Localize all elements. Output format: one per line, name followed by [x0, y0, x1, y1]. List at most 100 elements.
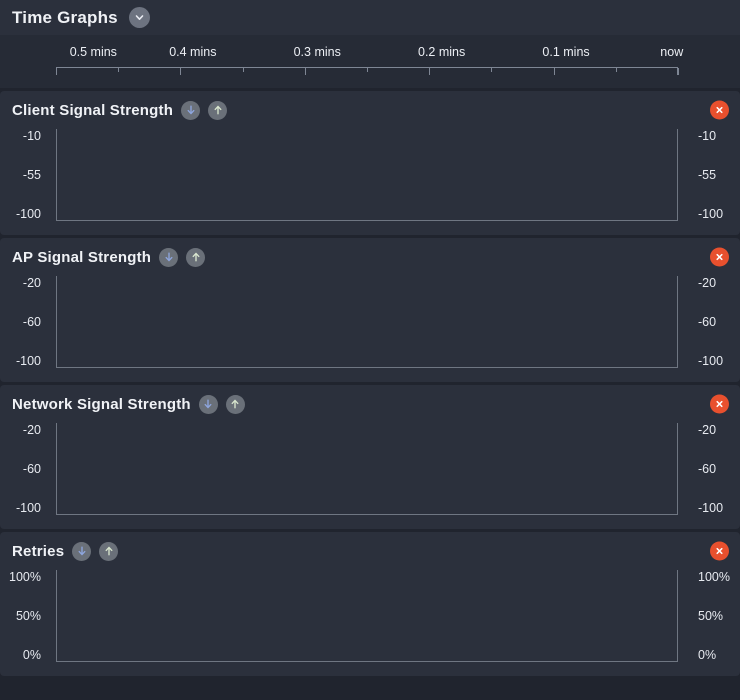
y-axis-tick-label: -100	[16, 207, 41, 221]
y-axis-tick-label: -60	[23, 315, 41, 329]
plot-canvas	[56, 570, 678, 662]
y-axis-labels-left: -10 -55 -100	[0, 129, 48, 221]
panel-title: AP Signal Strength	[12, 249, 151, 266]
y-axis-labels-left: -20 -60 -100	[0, 276, 48, 368]
time-axis-tick	[56, 68, 57, 75]
time-axis-rule	[56, 67, 678, 77]
graph-panel-client-signal-strength: Client Signal Strength-10-55-100-10-55-1…	[0, 91, 740, 235]
arrow-down-icon[interactable]	[199, 395, 218, 414]
plot-right-rule	[677, 276, 678, 367]
close-icon[interactable]	[710, 395, 729, 414]
close-icon[interactable]	[710, 248, 729, 267]
y-axis-tick-label: -55	[23, 168, 41, 182]
panel-title: Client Signal Strength	[12, 102, 173, 119]
y-axis-labels-left: -20 -60 -100	[0, 423, 48, 515]
time-axis-tick-label: 0.5 mins	[70, 45, 117, 59]
y-axis-tick-label: 0%	[23, 648, 41, 662]
y-axis-tick-label: 50%	[698, 609, 723, 623]
y-axis-tick-label: -100	[698, 207, 723, 221]
time-graphs-titlebar: Time Graphs	[0, 0, 740, 35]
time-axis-tick-label: 0.2 mins	[418, 45, 465, 59]
y-axis-tick-label: 0%	[698, 648, 716, 662]
page-title: Time Graphs	[12, 8, 118, 28]
y-axis-labels-right: -10 -55 -100	[690, 129, 738, 221]
y-axis-tick-label: -100	[698, 354, 723, 368]
plot-area: -20 -60 -100 -20 -60 -100	[0, 276, 740, 368]
plot-right-rule	[677, 423, 678, 514]
arrow-up-icon[interactable]	[226, 395, 245, 414]
panel-move-controls	[191, 395, 245, 414]
y-axis-tick-label: -60	[698, 315, 716, 329]
close-icon[interactable]	[710, 542, 729, 561]
graph-panel-retries: Retries 100% 50% 0% 100% 50% 0%	[0, 532, 740, 676]
y-axis-labels-right: 100% 50% 0%	[690, 570, 738, 662]
bar-series	[59, 570, 676, 661]
panel-title: Network Signal Strength	[12, 396, 191, 413]
plot-area: 100% 50% 0% 100% 50% 0%	[0, 570, 740, 662]
time-axis-tick	[616, 68, 617, 72]
close-icon[interactable]	[710, 101, 729, 120]
panel-header: Network Signal Strength	[0, 385, 740, 423]
plot-canvas	[56, 276, 678, 368]
y-axis-tick-label: -10	[23, 129, 41, 143]
time-axis-tick	[554, 68, 555, 75]
bar-series	[59, 423, 676, 514]
graph-panel-ap-signal-strength: AP Signal Strength -20 -60 -100 -20 -60 -100	[0, 238, 740, 382]
graph-panel-list: Client Signal Strength-10-55-100-10-55-1…	[0, 91, 740, 676]
y-axis-labels-right: -20 -60 -100	[690, 276, 738, 368]
y-axis-tick-label: -100	[698, 501, 723, 515]
panel-move-controls	[173, 101, 227, 120]
time-axis-tick	[243, 68, 244, 72]
panel-title: Retries	[12, 543, 64, 560]
y-axis-tick-label: 50%	[16, 609, 41, 623]
time-axis-tick-label: now	[660, 45, 683, 59]
plot-area: -20 -60 -100 -20 -60 -100	[0, 423, 740, 515]
y-axis-tick-label: -20	[23, 423, 41, 437]
y-axis-tick-label: -20	[698, 276, 716, 290]
arrow-down-icon[interactable]	[159, 248, 178, 267]
y-axis-tick-label: -20	[23, 276, 41, 290]
time-axis-tick	[180, 68, 181, 75]
y-axis-labels-left: 100% 50% 0%	[0, 570, 48, 662]
time-axis-tick-label: 0.3 mins	[294, 45, 341, 59]
time-axis-tick	[678, 68, 679, 75]
time-axis: 0.5 mins 0.4 mins 0.3 mins 0.2 mins 0.1 mins…	[0, 35, 740, 88]
time-axis-tick	[491, 68, 492, 72]
arrow-up-icon[interactable]	[186, 248, 205, 267]
plot-right-rule	[677, 129, 678, 220]
time-axis-tick-label: 0.1 mins	[542, 45, 589, 59]
y-axis-tick-label: 100%	[698, 570, 730, 584]
panel-header: Retries	[0, 532, 740, 570]
plot-canvas	[56, 423, 678, 515]
y-axis-tick-label: -60	[23, 462, 41, 476]
chevron-down-icon[interactable]	[129, 7, 150, 28]
time-axis-tick	[367, 68, 368, 72]
graph-panel-network-signal-strength: Network Signal Strength-20-60-100-20-60-…	[0, 385, 740, 529]
y-axis-labels-right: -20 -60 -100	[690, 423, 738, 515]
y-axis-tick-label: 100%	[9, 570, 41, 584]
bar-series	[59, 129, 676, 220]
arrow-down-icon[interactable]	[181, 101, 200, 120]
time-axis-tick	[118, 68, 119, 72]
panel-move-controls	[151, 248, 205, 267]
y-axis-tick-label: -100	[16, 501, 41, 515]
y-axis-tick-label: -55	[698, 168, 716, 182]
time-axis-tick	[429, 68, 430, 75]
y-axis-tick-label: -60	[698, 462, 716, 476]
plot-canvas	[56, 129, 678, 221]
panel-header: AP Signal Strength	[0, 238, 740, 276]
y-axis-tick-label: -10	[698, 129, 716, 143]
bar-series	[59, 276, 676, 367]
arrow-up-icon[interactable]	[208, 101, 227, 120]
time-graphs-app: Time Graphs 0.5 mins 0.4 mins 0.3 mins 0.2 …	[0, 0, 740, 700]
panel-header: Client Signal Strength	[0, 91, 740, 129]
time-axis-labels: 0.5 mins 0.4 mins 0.3 mins 0.2 mins 0.1 mins…	[56, 45, 678, 61]
arrow-up-icon[interactable]	[99, 542, 118, 561]
plot-right-rule	[677, 570, 678, 661]
y-axis-tick-label: -100	[16, 354, 41, 368]
panel-move-controls	[64, 542, 118, 561]
arrow-down-icon[interactable]	[72, 542, 91, 561]
time-axis-tick-label: 0.4 mins	[169, 45, 216, 59]
time-axis-tick	[677, 68, 678, 75]
y-axis-tick-label: -20	[698, 423, 716, 437]
